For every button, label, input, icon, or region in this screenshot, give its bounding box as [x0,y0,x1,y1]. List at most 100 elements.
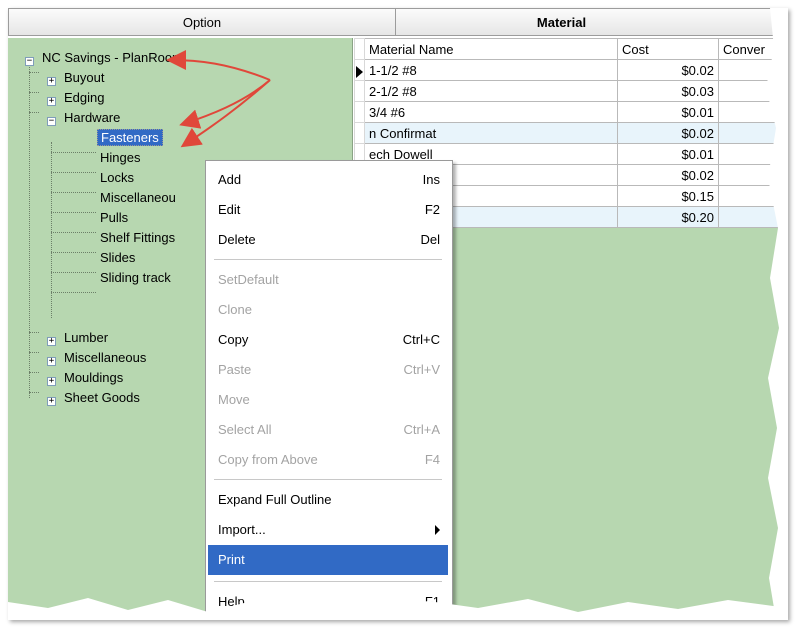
menu-shortcut: F1 [424,594,440,609]
table-row[interactable]: 1-1/2 #8 $0.02 [354,59,788,81]
tree-item-locks[interactable]: Locks [100,168,134,188]
expand-toggle-miscellaneous[interactable]: + [47,357,56,366]
tree-item-slides[interactable]: Slides [100,248,135,268]
cell-cost[interactable]: $0.01 [617,143,719,165]
column-header-material-name[interactable]: Material Name [364,38,618,60]
menu-separator [214,259,442,260]
cell-material-name[interactable]: 1-1/2 #8 [364,59,618,81]
menu-label: Edit [218,202,241,217]
table-row[interactable]: 3/4 #6 $0.01 [354,101,788,123]
table-row[interactable]: n Confirmat $0.02 [354,122,788,144]
collapse-toggle-hardware[interactable]: − [47,117,56,126]
row-indicator [354,80,365,102]
menu-item-move[interactable]: Move [208,385,448,415]
cell-cost[interactable]: $0.02 [617,164,719,186]
menu-item-delete[interactable]: Delete Del [208,225,448,255]
menu-item-copy-from-above[interactable]: Copy from Above F4 [208,445,448,475]
menu-shortcut: Ctrl+V [403,362,440,377]
cell-cost[interactable]: $0.03 [617,80,719,102]
cell-conversion[interactable] [718,164,788,186]
cell-conversion[interactable] [718,122,788,144]
menu-item-copy[interactable]: Copy Ctrl+C [208,325,448,355]
tree-item-shelf-fittings[interactable]: Shelf Fittings [100,228,175,248]
menu-label: Delete [218,232,256,247]
table-row[interactable]: 2-1/2 #8 $0.03 [354,80,788,102]
selected-node-label[interactable]: Fasteners [97,129,163,146]
material-header[interactable]: Material [396,8,788,36]
context-menu: Add Ins Edit F2 Delete Del SetDefault Clone… [205,160,453,620]
cell-conversion[interactable] [718,59,788,81]
menu-label: Import... [218,522,266,537]
cell-cost[interactable]: $0.02 [617,122,719,144]
header-bar: Option Material [8,8,788,36]
menu-item-paste[interactable]: Paste Ctrl+V [208,355,448,385]
menu-item-edit[interactable]: Edit F2 [208,195,448,225]
menu-shortcut: Ctrl+C [402,332,440,347]
menu-label: Print [218,552,245,567]
tree-item-mouldings[interactable]: Mouldings [64,368,123,388]
menu-item-import[interactable]: Import... [208,515,448,545]
menu-shortcut: F4 [424,452,440,467]
cell-conversion[interactable] [718,206,788,228]
cell-material-name[interactable]: 3/4 #6 [364,101,618,123]
menu-shortcut: Del [420,232,440,247]
row-indicator [354,122,365,144]
menu-item-print[interactable]: Print [208,545,448,575]
menu-shortcut: F2 [424,202,440,217]
submenu-arrow-icon [435,525,440,535]
menu-separator [214,479,442,480]
menu-item-help[interactable]: Help F1 [208,587,448,617]
option-header[interactable]: Option [8,8,396,36]
menu-label: Add [218,172,242,187]
cell-conversion[interactable] [718,101,788,123]
menu-label: Paste [218,362,252,377]
tree-item-hinges[interactable]: Hinges [100,148,140,168]
tree-item-miscellaneous-hardware[interactable]: Miscellaneou [100,188,176,208]
tree-item-edging[interactable]: Edging [64,88,104,108]
menu-item-setdefault[interactable]: SetDefault [208,265,448,295]
tree-item-miscellaneous[interactable]: Miscellaneous [64,348,146,368]
expand-toggle-buyout[interactable]: + [47,77,56,86]
expand-toggle-sheet-goods[interactable]: + [47,397,56,406]
menu-label: Move [218,392,250,407]
cell-material-name[interactable]: n Confirmat [364,122,618,144]
expand-toggle-lumber[interactable]: + [47,337,56,346]
column-header-conversion[interactable]: Conver [718,38,788,60]
menu-shortcut: Ctrl+A [403,422,440,437]
tree-item-lumber[interactable]: Lumber [64,328,108,348]
menu-label: Select All [218,422,272,437]
tree-root-node[interactable]: NC Savings - PlanRoom [42,48,183,68]
menu-item-select-all[interactable]: Select All Ctrl+A [208,415,448,445]
menu-item-expand-full-outline[interactable]: Expand Full Outline [208,485,448,515]
tree-item-hardware[interactable]: Hardware [64,108,120,128]
menu-separator [214,581,442,582]
tree-item-buyout[interactable]: Buyout [64,68,104,88]
tree-item-fasteners[interactable]: Fasteners [97,128,163,148]
cell-cost[interactable]: $0.01 [617,101,719,123]
cell-cost[interactable]: $0.20 [617,206,719,228]
root-collapse-toggle[interactable]: − [25,57,34,66]
row-indicator-header [354,38,365,60]
tree-item-sliding-track[interactable]: Sliding track [100,268,171,288]
cell-conversion[interactable] [718,80,788,102]
table-header-row: Material Name Cost Conver [354,38,788,60]
cell-conversion[interactable] [718,185,788,207]
expand-toggle-edging[interactable]: + [47,97,56,106]
menu-shortcut: Ins [422,172,440,187]
menu-item-add[interactable]: Add Ins [208,165,448,195]
menu-label: Help [218,594,245,609]
expand-toggle-mouldings[interactable]: + [47,377,56,386]
menu-label: Copy [218,332,249,347]
menu-item-clone[interactable]: Clone [208,295,448,325]
cell-material-name[interactable]: 2-1/2 #8 [364,80,618,102]
current-row-indicator-icon [354,59,365,81]
tree-item-sheet-goods[interactable]: Sheet Goods [64,388,140,408]
tree-item-pulls[interactable]: Pulls [100,208,128,228]
cell-cost[interactable]: $0.02 [617,59,719,81]
cell-conversion[interactable] [718,143,788,165]
row-indicator [354,101,365,123]
menu-label: SetDefault [218,272,279,287]
menu-label: Copy from Above [218,452,318,467]
column-header-cost[interactable]: Cost [617,38,719,60]
cell-cost[interactable]: $0.15 [617,185,719,207]
